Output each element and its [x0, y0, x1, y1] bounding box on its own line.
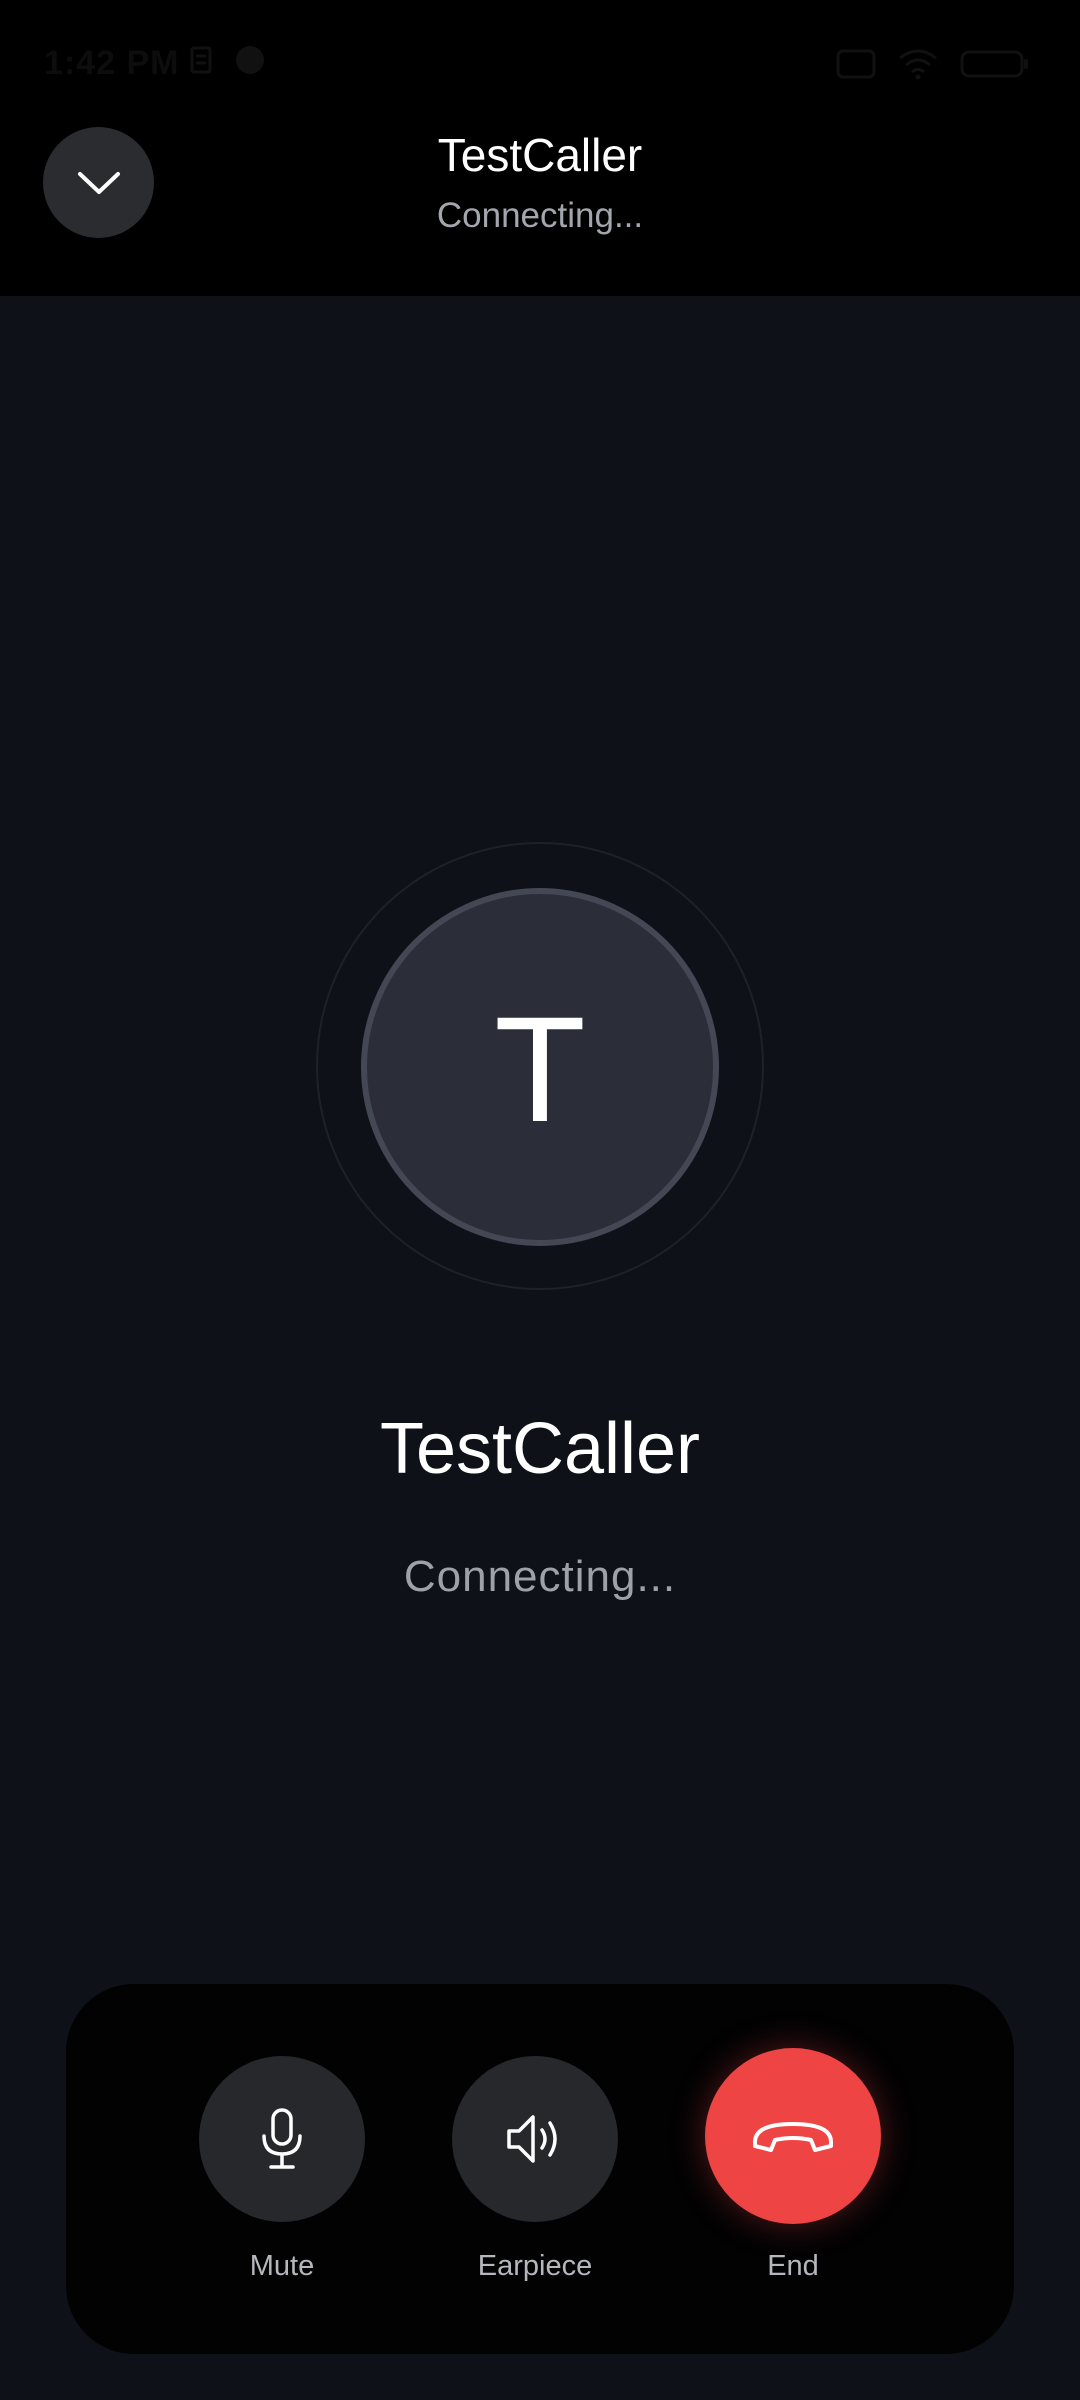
avatar-initial: T — [494, 985, 586, 1153]
notification-icon — [190, 46, 212, 74]
call-header: 1:42 PM TestCaller Connecting... — [0, 0, 1080, 296]
end-call-control: End — [704, 2048, 882, 2283]
earpiece-control: Earpiece — [452, 2056, 618, 2283]
mute-label: Mute — [249, 2250, 315, 2282]
battery-icon — [960, 50, 1028, 78]
status-left-icons — [190, 44, 266, 76]
wifi-icon — [899, 49, 937, 80]
end-call-label: End — [767, 2250, 819, 2282]
mute-control: Mute — [199, 2056, 365, 2283]
status-time: 1:42 PM — [44, 44, 180, 82]
earpiece-label: Earpiece — [477, 2250, 593, 2282]
speaker-icon — [507, 2115, 557, 2163]
header-caller-name: TestCaller — [437, 129, 643, 181]
avatar: T — [361, 888, 719, 1246]
phone-hangup-icon — [753, 2122, 833, 2152]
caller-name: TestCaller — [379, 1409, 701, 1489]
app-notification-icon — [236, 46, 264, 74]
call-controls-panel: Mute Earpiece End — [66, 1984, 1014, 2354]
mute-button[interactable] — [199, 2056, 365, 2222]
status-right-icons — [836, 48, 1030, 80]
header-call-status: Connecting... — [436, 196, 644, 235]
sim-icon — [836, 49, 876, 79]
status-bar: 1:42 PM — [0, 0, 1080, 130]
microphone-icon — [262, 2108, 302, 2169]
end-call-button[interactable] — [705, 2048, 881, 2224]
call-status: Connecting... — [403, 1552, 677, 1601]
call-screen: 1:42 PM TestCaller Connecting... T TestC… — [0, 0, 1080, 2400]
earpiece-button[interactable] — [452, 2056, 618, 2222]
